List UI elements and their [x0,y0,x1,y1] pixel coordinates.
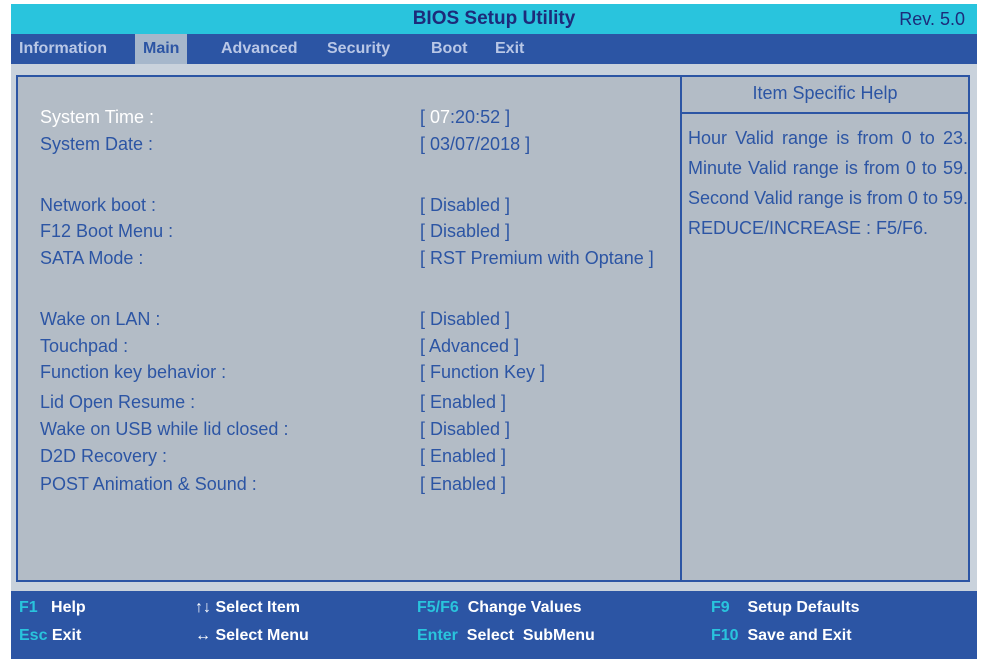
setting-label: D2D Recovery : [40,446,168,466]
key-description: Exit [51,627,82,644]
setting-label: Wake on LAN : [40,309,161,329]
revision-label: Rev. 5.0 [899,9,965,29]
footer-key-select-item: ↑↓ Select Item [195,599,300,617]
time-bracket-open: [ [420,107,431,127]
help-text: Hour Valid range is from 0 to 23. Minute… [688,128,968,238]
setting-wake-on-usb[interactable]: Wake on USB while lid closed : [ Disable… [40,419,510,440]
setting-label: F12 Boot Menu : [40,221,174,241]
tab-security[interactable]: Security [319,34,398,64]
setting-value[interactable]: [ 03/07/2018 ] [420,134,530,155]
setting-touchpad[interactable]: Touchpad : [ Advanced ] [40,336,519,357]
setting-value[interactable]: [ Disabled ] [420,195,510,216]
key-description: Help [51,599,86,616]
tab-exit[interactable]: Exit [487,34,532,64]
key-description: Change Values [467,599,582,616]
footer-key-change-values: F5/F6 Change Values [417,599,582,617]
setting-value[interactable]: [ Disabled ] [420,309,510,330]
arrows-updown-icon: ↑↓ [195,599,211,616]
time-rest: :20:52 ] [450,107,511,127]
setting-value[interactable]: [ Enabled ] [420,474,506,495]
footer-key-setup-defaults: F9 Setup Defaults [711,599,859,617]
setting-label: Touchpad : [40,336,129,356]
tab-information[interactable]: Information [11,34,115,64]
key-label: F1 [19,599,38,616]
setting-value[interactable]: [ Advanced ] [420,336,519,357]
main-area: System Time : [ 07:20:52 ] System Date :… [11,64,977,591]
key-description: Setup Defaults [747,599,860,616]
setting-label: SATA Mode : [40,248,144,268]
bios-title: BIOS Setup Utility [412,8,576,29]
setting-f12-boot-menu[interactable]: F12 Boot Menu : [ Disabled ] [40,221,510,242]
setting-d2d-recovery[interactable]: D2D Recovery : [ Enabled ] [40,446,506,467]
key-label: F9 [711,599,730,616]
setting-lid-open-resume[interactable]: Lid Open Resume : [ Enabled ] [40,392,506,413]
setting-value[interactable]: [ RST Premium with Optane ] [420,248,654,269]
setting-label: Wake on USB while lid closed : [40,419,289,439]
key-label: Esc [19,627,48,644]
title-bar: BIOS Setup Utility Rev. 5.0 [11,4,977,34]
setting-post-animation[interactable]: POST Animation & Sound : [ Enabled ] [40,474,506,495]
setting-label: Lid Open Resume : [40,392,196,412]
tab-boot[interactable]: Boot [423,34,475,64]
key-label: F10 [711,627,739,644]
setting-system-date[interactable]: System Date : [ 03/07/2018 ] [40,134,530,155]
settings-panel: System Time : [ 07:20:52 ] System Date :… [16,75,970,582]
setting-value[interactable]: [ Disabled ] [420,419,510,440]
key-description: Select Menu [215,627,309,644]
help-heading: Item Specific Help [682,77,968,114]
setting-value[interactable]: [ Function Key ] [420,362,545,383]
footer-key-exit: Esc Exit [19,627,81,645]
menu-bar: Information Main Advanced Security Boot … [11,34,977,64]
setting-label: System Time : [40,107,155,127]
setting-wake-on-lan[interactable]: Wake on LAN : [ Disabled ] [40,309,510,330]
help-divider [680,77,682,580]
setting-label: System Date : [40,134,154,154]
key-description: Save and Exit [747,627,852,644]
setting-label: Network boot : [40,195,157,215]
setting-label: POST Animation & Sound : [40,474,257,494]
key-description: Select Item [215,599,300,616]
footer-key-select-menu: ↔ Select Menu [195,627,309,645]
setting-value[interactable]: [ Disabled ] [420,221,510,242]
key-description: Select SubMenu [466,627,595,644]
time-hours-field[interactable]: 07 [430,107,450,127]
setting-value[interactable]: [ Enabled ] [420,446,506,467]
setting-value[interactable]: [ 07:20:52 ] [420,107,510,128]
tab-advanced[interactable]: Advanced [213,34,305,64]
setting-network-boot[interactable]: Network boot : [ Disabled ] [40,195,510,216]
setting-label: Function key behavior : [40,362,227,382]
footer-key-help: F1 Help [19,599,86,617]
setting-function-key-behavior[interactable]: Function key behavior : [ Function Key ] [40,362,545,383]
setting-value[interactable]: [ Enabled ] [420,392,506,413]
setting-system-time[interactable]: System Time : [ 07:20:52 ] [40,107,510,128]
footer-key-select-submenu: Enter Select SubMenu [417,627,595,645]
setting-sata-mode[interactable]: SATA Mode : [ RST Premium with Optane ] [40,248,654,269]
footer-key-save-exit: F10 Save and Exit [711,627,852,645]
arrows-leftright-icon: ↔ [195,627,211,644]
key-label: F5/F6 [417,599,459,616]
key-label: Enter [417,627,458,644]
footer-bar: F1 Help Esc Exit ↑↓ Select Item ↔ Select… [11,591,977,659]
tab-main[interactable]: Main [135,34,188,64]
